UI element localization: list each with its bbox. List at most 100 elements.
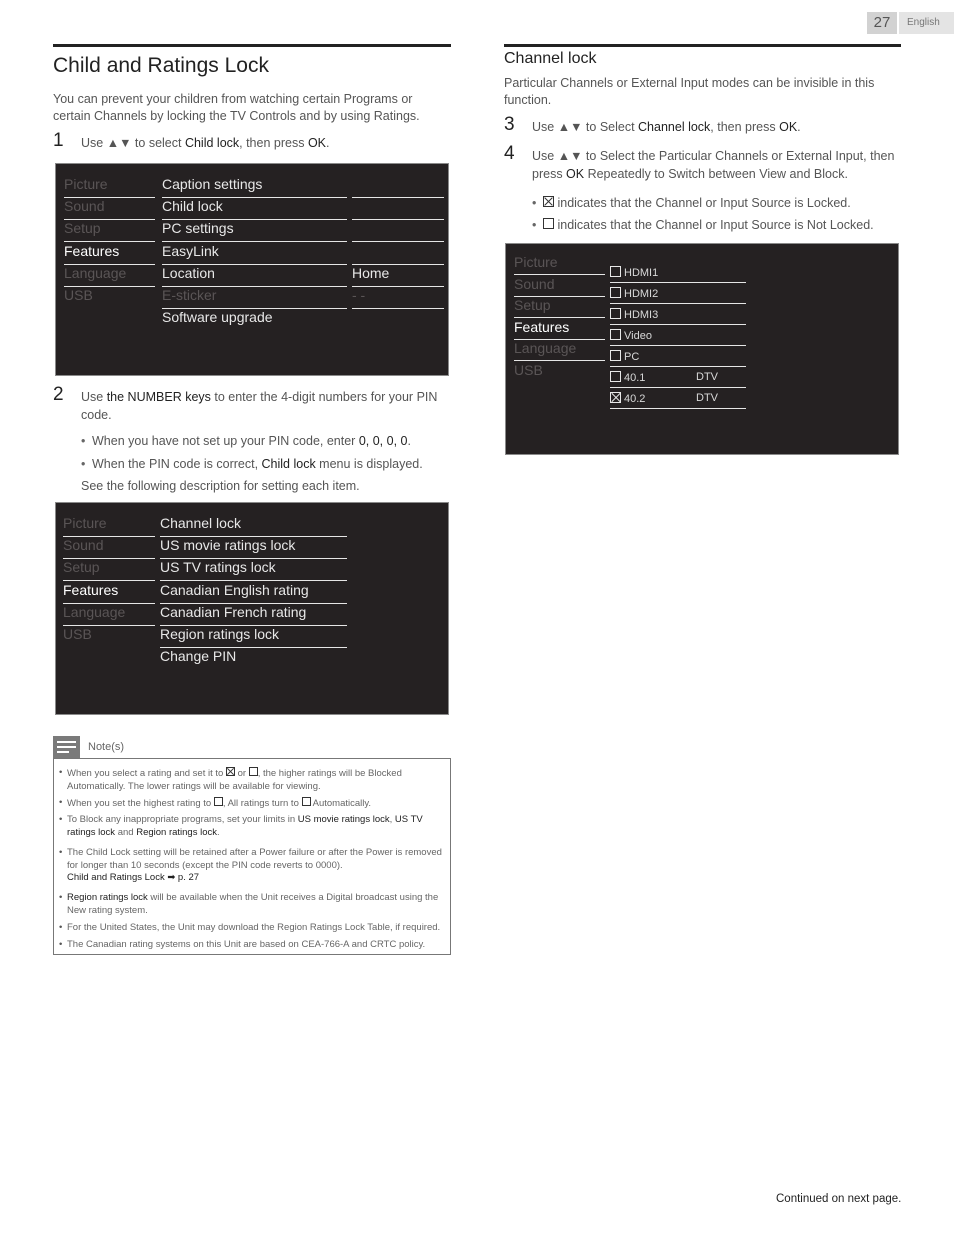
channel-type: DTV <box>696 392 718 404</box>
channel-item[interactable]: Video <box>610 325 746 346</box>
submenu-item[interactable]: Change PIN <box>160 648 347 670</box>
channel-item[interactable]: HDMI3 <box>610 304 746 325</box>
note-text: , All ratings turn to <box>222 798 302 809</box>
step-number: 2 <box>53 384 64 405</box>
channel-item[interactable]: PC <box>610 346 746 367</box>
submenu-item[interactable]: E-sticker <box>162 287 347 309</box>
submenu-item[interactable]: Region ratings lock <box>160 626 347 648</box>
menu-item-setup[interactable]: Setup <box>514 297 605 318</box>
submenu-item[interactable]: Child lock <box>162 198 347 221</box>
menu-item-features[interactable]: Features <box>63 582 155 604</box>
note-item: For the United States, the Unit may down… <box>59 922 447 935</box>
step-1-text: Use ▲▼ to select Child lock, then press … <box>81 134 451 152</box>
menu-item-setup[interactable]: Setup <box>64 220 155 243</box>
channel-type: DTV <box>696 371 718 383</box>
menu-item-usb[interactable]: USB <box>514 362 605 383</box>
legend-locked: indicates that the Channel or Input Sour… <box>532 194 903 212</box>
menu-item-language[interactable]: Language <box>64 265 155 287</box>
step-number: 3 <box>504 114 515 135</box>
unlocked-checkbox-icon[interactable] <box>610 287 621 298</box>
section-rule <box>504 44 901 47</box>
intro-paragraph: You can prevent your children from watch… <box>53 92 420 123</box>
menu-item-language[interactable]: Language <box>63 604 155 626</box>
key-reference: OK <box>307 136 326 150</box>
note-item: The Canadian rating systems on this Unit… <box>59 939 447 952</box>
submenu-item[interactable]: Channel lock <box>160 515 347 537</box>
submenu-item[interactable]: Software upgrade <box>162 309 347 331</box>
step-text: Use <box>81 390 107 404</box>
menu-item-usb[interactable]: USB <box>64 287 155 309</box>
submenu-value <box>352 198 444 221</box>
page-number: 27 <box>867 12 897 34</box>
followup-text: See the following description for settin… <box>81 479 360 493</box>
note-text: or <box>234 768 249 779</box>
bullet-text: menu is displayed. <box>315 457 423 471</box>
unlocked-checkbox-icon[interactable] <box>610 266 621 277</box>
submenu-value: Home <box>352 265 444 287</box>
pin-default: 0, 0, 0, 0 <box>358 434 408 448</box>
locked-box-icon <box>225 767 235 776</box>
submenu-item[interactable]: PC settings <box>162 220 347 243</box>
bullet-item: When you have not set up your PIN code, … <box>81 432 452 450</box>
step-number: 4 <box>504 143 515 164</box>
note-text: To Block any inappropriate programs, set… <box>67 814 298 825</box>
note-text: Automatically. <box>310 798 372 809</box>
menu-item-sound[interactable]: Sound <box>64 198 155 221</box>
submenu-item[interactable]: EasyLink <box>162 243 347 265</box>
note-text: . <box>217 826 220 838</box>
submenu-item[interactable]: Canadian French rating <box>160 604 347 626</box>
menu-item-features[interactable]: Features <box>514 319 605 340</box>
menu-item-setup[interactable]: Setup <box>63 559 155 582</box>
step-text: Use ▲▼ to Select <box>532 120 639 134</box>
step-number: 1 <box>53 130 64 151</box>
menu-item-sound[interactable]: Sound <box>514 276 605 297</box>
intro-paragraph: Particular Channels or External Input mo… <box>504 76 875 107</box>
submenu-item[interactable]: US movie ratings lock <box>160 537 347 560</box>
step-text: . <box>797 120 801 134</box>
key-reference: OK <box>779 120 798 134</box>
unlocked-box-icon <box>301 797 311 806</box>
submenu-value <box>352 176 444 198</box>
locked-box-icon <box>543 196 554 207</box>
unlocked-checkbox-icon[interactable] <box>610 350 621 361</box>
step-4-text: Use ▲▼ to Select the Particular Channels… <box>532 147 902 183</box>
tv-menu-child-lock: Picture Sound Setup Features Language USB Cha… <box>55 502 449 715</box>
unlocked-box-icon <box>543 218 554 229</box>
menu-item-usb[interactable]: USB <box>63 626 155 648</box>
submenu-item[interactable]: Caption settings <box>162 176 347 198</box>
unlocked-checkbox-icon[interactable] <box>610 371 621 382</box>
menu-item-picture[interactable]: Picture <box>64 176 155 198</box>
page-reference-link[interactable]: Child and Ratings Lock ➡ p. 27 <box>67 872 199 883</box>
submenu-item[interactable]: Canadian English rating <box>160 582 347 604</box>
continued-note: Continued on next page. <box>776 1193 902 1205</box>
channel-item[interactable]: 40.1 DTV <box>610 367 746 388</box>
menu-item-sound[interactable]: Sound <box>63 537 155 560</box>
menu-reference: Region ratings lock <box>67 892 148 903</box>
legend-unlocked: indicates that the Channel or Input Sour… <box>532 216 903 234</box>
section-title: Channel lock <box>504 50 597 67</box>
menu-item-picture[interactable]: Picture <box>63 515 155 537</box>
unlocked-checkbox-icon[interactable] <box>610 329 621 340</box>
step-3-text: Use ▲▼ to Select Channel lock, then pres… <box>532 118 902 136</box>
channel-label: 40.2 <box>624 393 646 405</box>
channel-item[interactable]: HDMI1 <box>610 262 746 283</box>
submenu-item[interactable]: Location <box>162 265 347 287</box>
menu-item-language[interactable]: Language <box>514 340 605 361</box>
locked-checkbox-icon[interactable] <box>610 392 621 403</box>
channel-label: HDMI2 <box>624 288 659 300</box>
legend-text: indicates that the Channel or Input Sour… <box>554 196 851 210</box>
note-text: When you set the highest rating to <box>67 798 214 809</box>
submenu-item[interactable]: US TV ratings lock <box>160 559 347 582</box>
channel-item[interactable]: 40.2 DTV <box>610 388 746 409</box>
note-item: To Block any inappropriate programs, set… <box>59 814 447 839</box>
step-text: , then press <box>239 136 308 150</box>
page-title: Child and Ratings Lock <box>53 54 269 77</box>
menu-item-picture[interactable]: Picture <box>514 254 605 275</box>
menu-item-features[interactable]: Features <box>64 243 155 265</box>
step-text: Use ▲▼ to select <box>81 136 185 150</box>
note-item: Region ratings lock will be available wh… <box>59 892 447 917</box>
unlocked-checkbox-icon[interactable] <box>610 308 621 319</box>
channel-item[interactable]: HDMI2 <box>610 283 746 304</box>
bullet-text: When you have not set up your PIN code, … <box>92 434 359 448</box>
language-label: English <box>899 12 954 34</box>
